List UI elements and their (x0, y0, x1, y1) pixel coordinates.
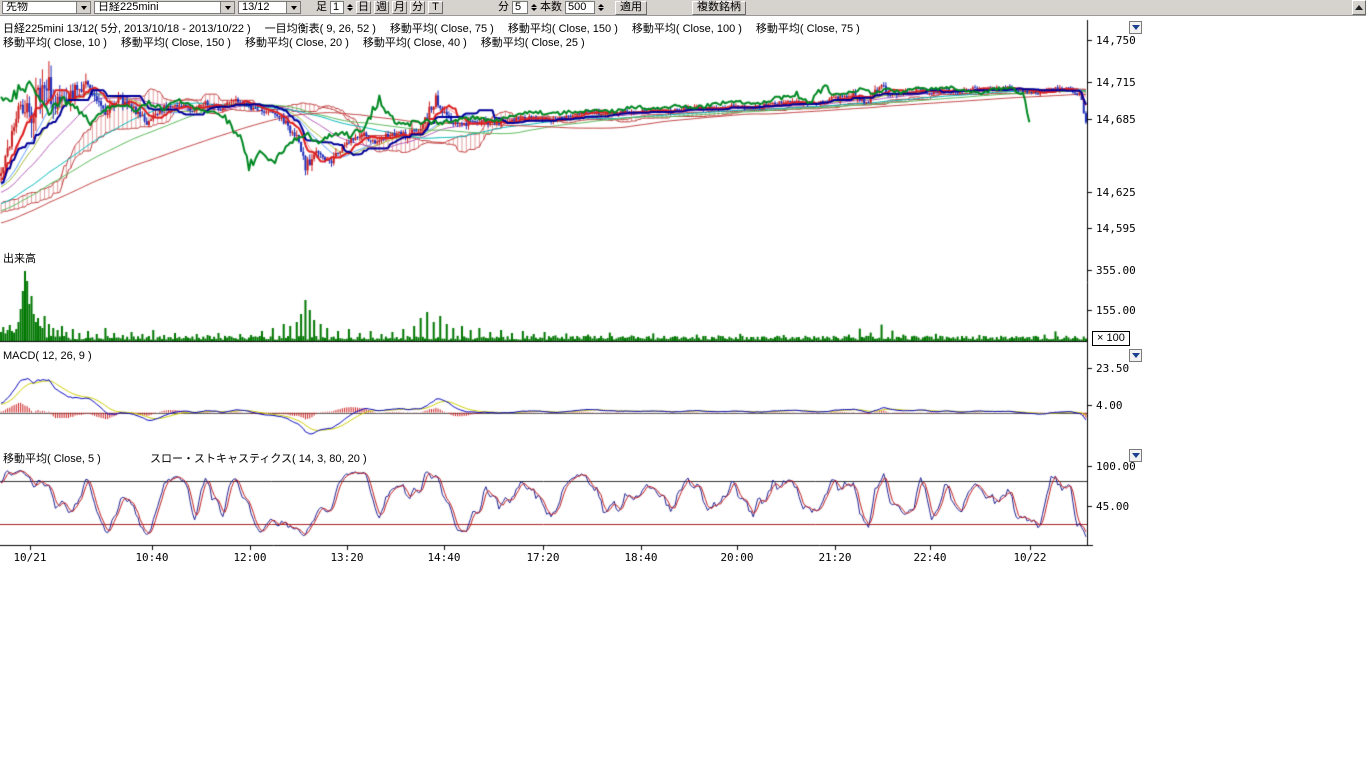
minutes-spinner[interactable] (531, 4, 537, 11)
scroll-up-button[interactable] (1352, 0, 1366, 15)
chevron-down-icon (1132, 453, 1140, 458)
legend-item: 移動平均( Close, 20 ) (245, 37, 349, 49)
price-tick-label: 14,750 (1096, 34, 1136, 47)
time-axis-label: 18:40 (617, 551, 665, 564)
contract-month-select[interactable]: 13/12 (238, 1, 301, 14)
legend-item: 移動平均( Close, 40 ) (363, 37, 467, 49)
volume-multiplier-box: × 100 (1092, 331, 1130, 346)
legend-item: 移動平均( Close, 10 ) (3, 37, 107, 49)
contract-dropdown-arrow-icon[interactable] (286, 2, 300, 13)
chart-application: 先物 日経225mini 13/12 足 1 日 週 月 分 T 分 5 本数 … (0, 0, 1366, 768)
volume-tick-label: 155.00 (1096, 304, 1136, 317)
time-axis-label: 14:40 (420, 551, 468, 564)
price-tick-label: 14,595 (1096, 222, 1136, 235)
symbol-dropdown-arrow-icon[interactable] (220, 2, 234, 13)
volume-panel-label: 出来高 (3, 250, 36, 266)
stoch-panel-label: スロー・ストキャスティクス( 14, 3, 80, 20 ) (150, 450, 367, 466)
toolbar: 先物 日経225mini 13/12 足 1 日 週 月 分 T 分 5 本数 … (0, 0, 1366, 16)
time-axis-label: 10/22 (1006, 551, 1054, 564)
macd-tick-label: 4.00 (1096, 399, 1123, 412)
market-dropdown-arrow-icon[interactable] (76, 2, 90, 13)
symbol-select-value: 日経225mini (95, 2, 220, 13)
period-day-button[interactable]: 日 (356, 1, 371, 14)
time-axis-label: 10:40 (128, 551, 176, 564)
chevron-down-icon (1132, 25, 1140, 30)
stoch-tick-label: 100.00 (1096, 460, 1136, 473)
time-axis-label: 21:20 (811, 551, 859, 564)
chevron-down-icon (1132, 353, 1140, 358)
time-axis-label: 20:00 (713, 551, 761, 564)
minutes-input[interactable]: 5 (512, 1, 528, 14)
period-minute-button[interactable]: 分 (410, 1, 425, 14)
multi-symbol-button[interactable]: 複数銘柄 (692, 1, 746, 15)
time-axis-label: 10/21 (6, 551, 54, 564)
bar-interval-spinner[interactable] (347, 4, 353, 11)
time-axis-label: 13:20 (323, 551, 371, 564)
bar-count-label: 本数 (540, 1, 562, 14)
bar-type-label: 足 (316, 1, 327, 14)
scroll-up-icon (1355, 5, 1363, 10)
bar-interval-input[interactable]: 1 (330, 1, 344, 14)
volume-tick-label: 355.00 (1096, 264, 1136, 277)
price-panel-menu-button[interactable] (1129, 21, 1142, 34)
legend-item: 移動平均( Close, 100 ) (632, 23, 742, 35)
apply-button[interactable]: 適用 (615, 1, 647, 15)
period-tick-button[interactable]: T (428, 1, 443, 14)
period-month-button[interactable]: 月 (392, 1, 407, 14)
stoch-tick-label: 45.00 (1096, 500, 1129, 513)
macd-panel-label: MACD( 12, 26, 9 ) (3, 350, 92, 362)
stoch-ma-label: 移動平均( Close, 5 ) (3, 450, 101, 466)
bar-count-spinner[interactable] (598, 4, 604, 11)
chart-canvas[interactable] (0, 0, 1366, 768)
legend-row-2: 移動平均( Close, 10 ) 移動平均( Close, 150 ) 移動平均(… (3, 34, 599, 50)
period-week-button[interactable]: 週 (374, 1, 389, 14)
price-tick-label: 14,625 (1096, 186, 1136, 199)
legend-item: 移動平均( Close, 75 ) (756, 23, 860, 35)
legend-item: 移動平均( Close, 25 ) (481, 37, 585, 49)
macd-panel-menu-button[interactable] (1129, 349, 1142, 362)
market-select[interactable]: 先物 (2, 1, 91, 14)
price-tick-label: 14,715 (1096, 76, 1136, 89)
market-select-value: 先物 (3, 2, 76, 13)
contract-month-value: 13/12 (239, 2, 286, 13)
bar-count-input[interactable]: 500 (565, 1, 595, 14)
macd-tick-label: 23.50 (1096, 362, 1129, 375)
time-axis-label: 12:00 (226, 551, 274, 564)
price-tick-label: 14,685 (1096, 113, 1136, 126)
legend-item: 移動平均( Close, 150 ) (121, 37, 231, 49)
symbol-select[interactable]: 日経225mini (94, 1, 235, 14)
minutes-label: 分 (498, 1, 509, 14)
time-axis-label: 17:20 (519, 551, 567, 564)
time-axis-label: 22:40 (906, 551, 954, 564)
